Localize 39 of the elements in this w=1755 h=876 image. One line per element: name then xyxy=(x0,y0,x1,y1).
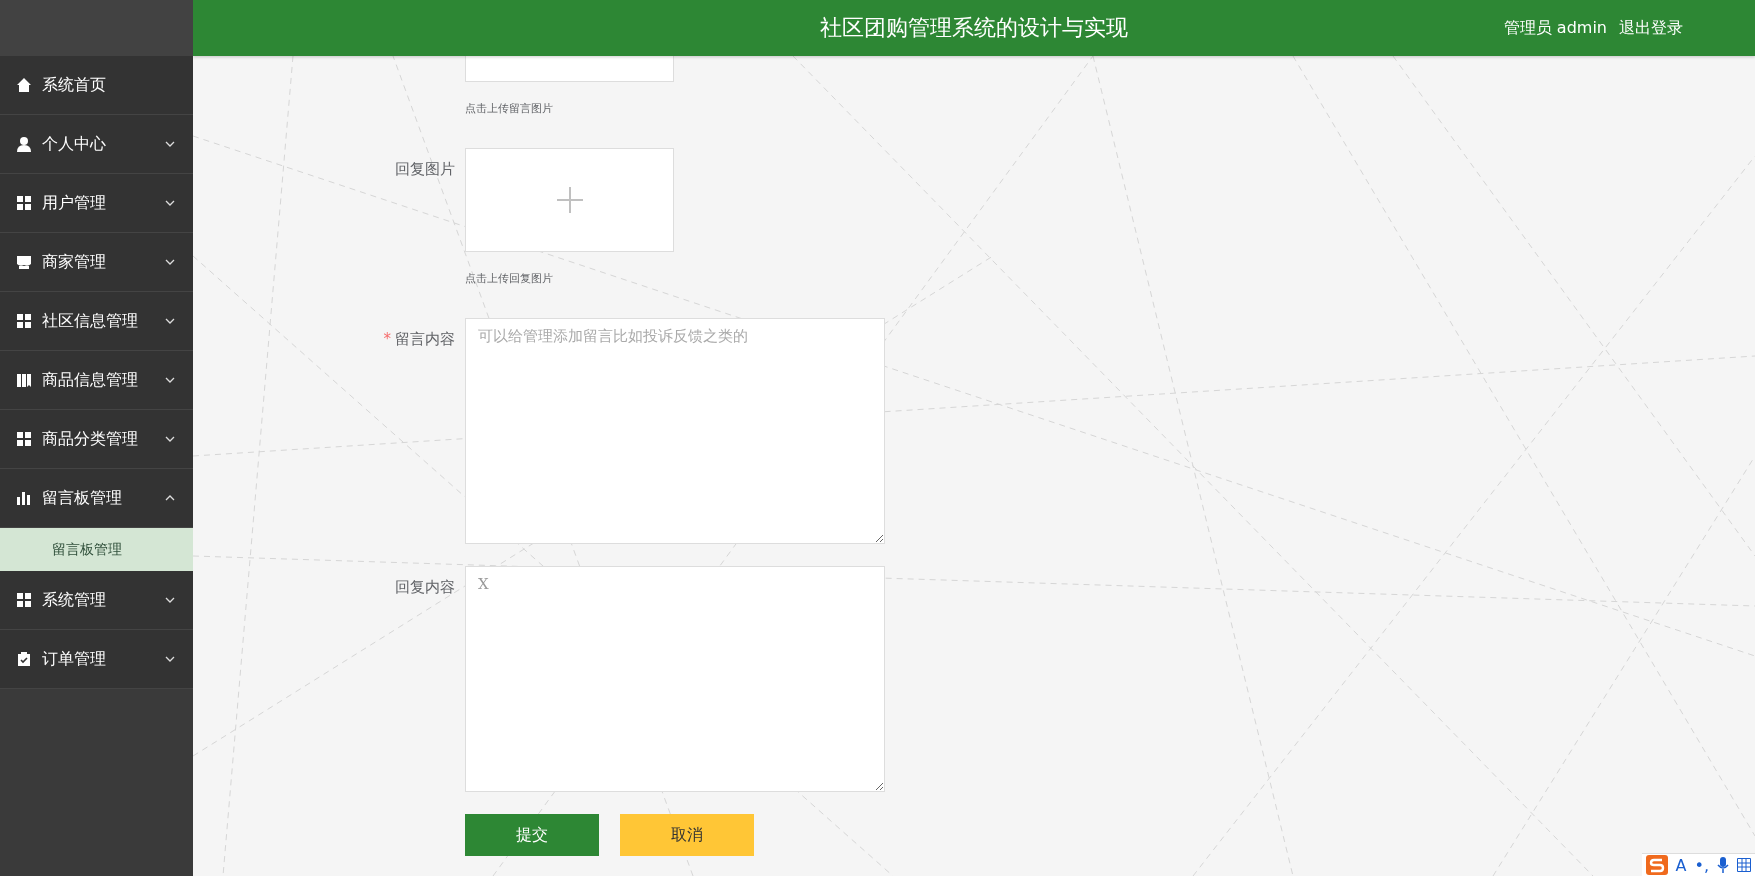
sidebar-item[interactable]: 留言板管理 xyxy=(0,469,193,528)
submit-button[interactable]: 提交 xyxy=(465,814,599,856)
field-label: 回复图片 xyxy=(395,160,455,179)
field-label: 留言内容 xyxy=(395,330,455,349)
field-label: 回复内容 xyxy=(395,578,455,597)
page-title: 社区团购管理系统的设计与实现 xyxy=(820,14,1128,42)
grid-icon xyxy=(16,592,32,608)
sidebar-item[interactable]: 系统首页 xyxy=(0,56,193,115)
sidebar-item[interactable]: 订单管理 xyxy=(0,630,193,689)
required-mark: * xyxy=(383,330,391,348)
user-name: 管理员 admin xyxy=(1503,17,1607,39)
upload-hint: 点击上传回复图片 xyxy=(465,271,554,286)
grid-icon xyxy=(16,431,32,447)
upload-hint: 点击上传留言图片 xyxy=(465,101,554,116)
bar-chart-icon xyxy=(16,490,32,506)
submenu-item[interactable]: 留言板管理 xyxy=(0,528,193,571)
microphone-icon[interactable] xyxy=(1717,857,1729,873)
sidebar-item[interactable]: 商家管理 xyxy=(0,233,193,292)
sidebar-item[interactable]: 商品信息管理 xyxy=(0,351,193,410)
shop-icon xyxy=(16,254,32,270)
keyboard-grid-icon[interactable] xyxy=(1737,858,1751,872)
sidebar-item[interactable]: 用户管理 xyxy=(0,174,193,233)
plus-icon xyxy=(555,186,584,214)
sidebar-item[interactable]: 商品分类管理 xyxy=(0,410,193,469)
ime-punctuation[interactable]: •, xyxy=(1694,855,1709,875)
text-area[interactable]: 可以给管理添加留言比如投诉反馈之类的 xyxy=(465,318,885,544)
clipboard-icon xyxy=(16,651,32,667)
cancel-button[interactable]: 取消 xyxy=(620,814,754,856)
user-icon xyxy=(16,136,32,152)
sidebar-item[interactable]: 个人中心 xyxy=(0,115,193,174)
logout-link[interactable]: 退出登录 xyxy=(1619,17,1683,39)
sidebar-item[interactable]: 系统管理 xyxy=(0,571,193,630)
home-icon xyxy=(16,77,32,93)
grid-icon xyxy=(16,195,32,211)
ime-logo-icon[interactable] xyxy=(1645,855,1668,875)
sidebar-item[interactable]: 社区信息管理 xyxy=(0,292,193,351)
book-icon xyxy=(16,372,32,388)
grid-icon xyxy=(16,313,32,329)
ime-mode[interactable]: A xyxy=(1675,855,1687,875)
